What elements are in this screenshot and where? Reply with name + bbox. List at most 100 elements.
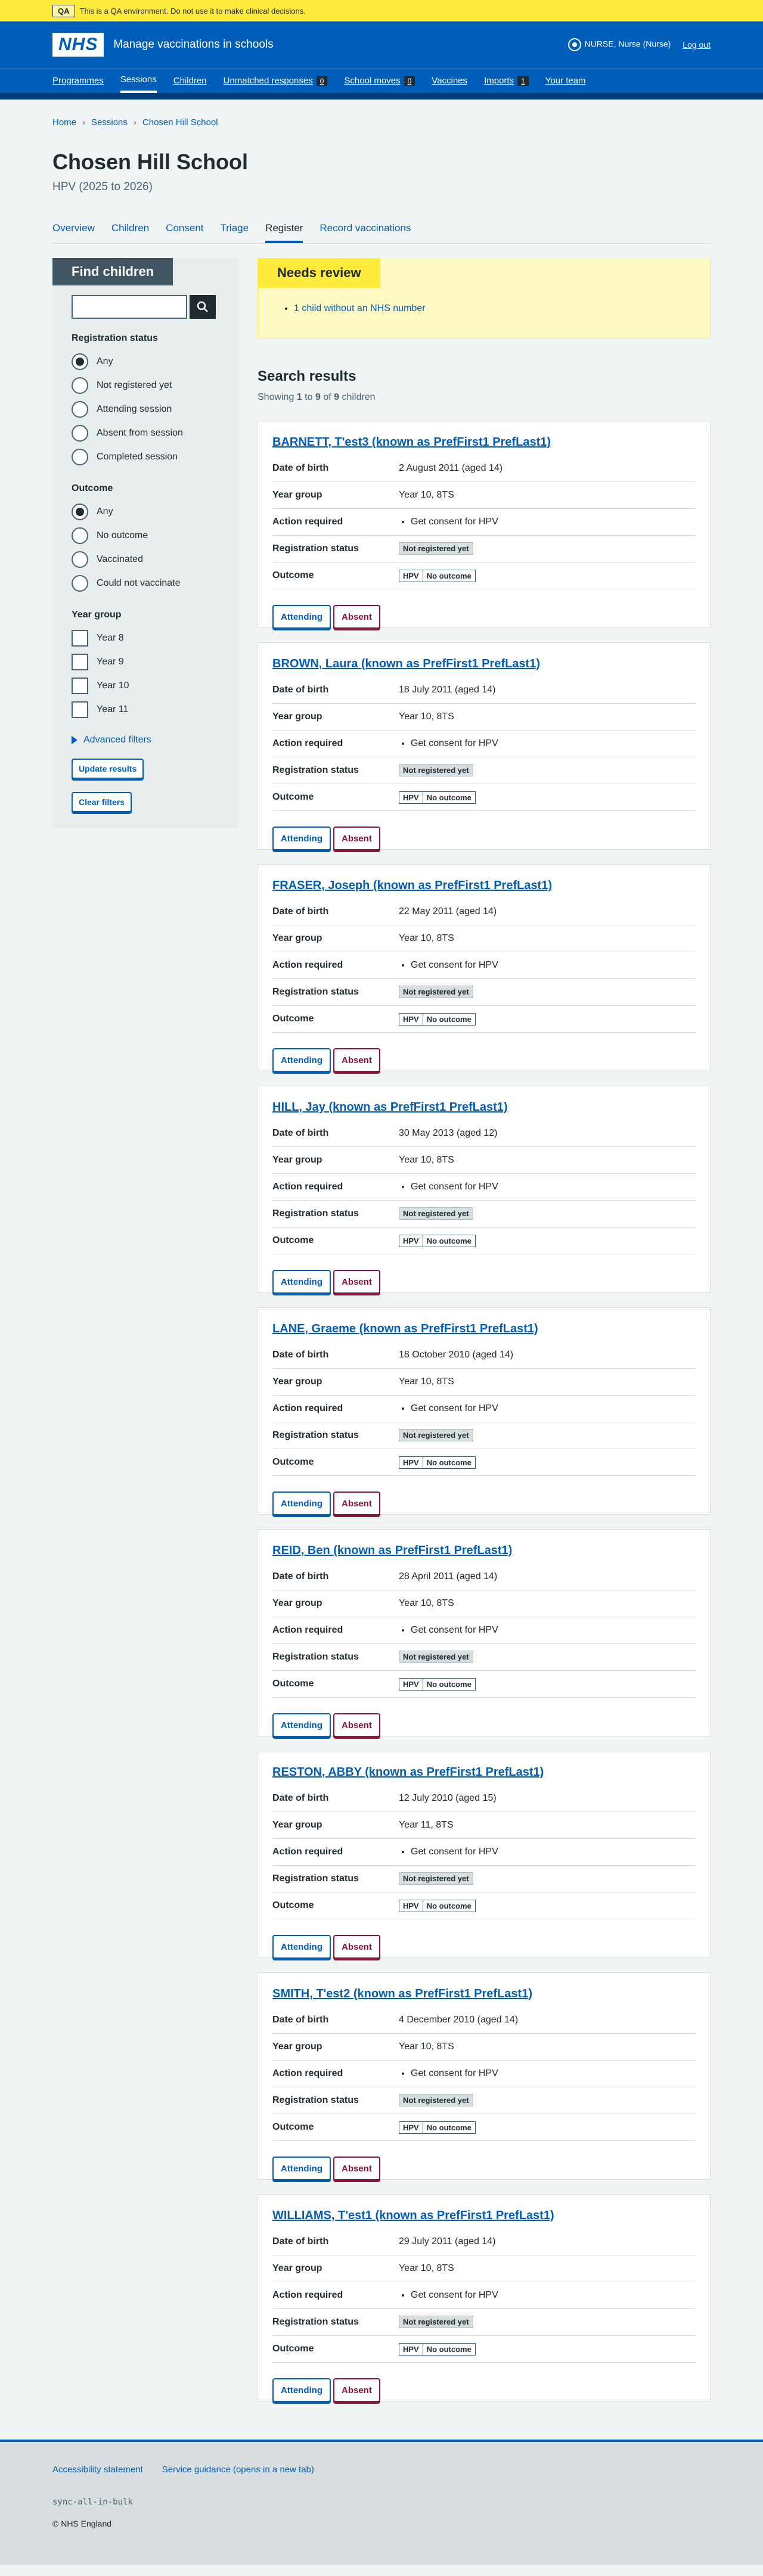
checkbox[interactable] [72,654,88,670]
radio-button[interactable] [72,425,88,442]
outcome-option-could-not-vaccinate[interactable]: Could not vaccinate [72,571,219,595]
action-value: Get consent for HPV [411,2068,696,2079]
nav-item-label: Your team [545,76,586,86]
radio-button[interactable] [72,449,88,465]
footer-accessibility-link[interactable]: Accessibility statement [52,2465,143,2475]
child-name-link[interactable]: SMITH, T'est2 (known as PrefFirst1 PrefL… [272,1987,532,2000]
absent-button[interactable]: Absent [333,605,380,629]
attending-button[interactable]: Attending [272,1048,331,1072]
radio-button[interactable] [72,527,88,544]
outcome-legend: Outcome [72,483,113,493]
update-results-button[interactable]: Update results [72,759,144,779]
triangle-right-icon [72,736,77,744]
footer-guidance-link[interactable]: Service guidance (opens in a new tab) [162,2465,314,2475]
search-input[interactable] [72,295,187,319]
child-name-link[interactable]: BARNETT, T'est3 (known as PrefFirst1 Pre… [272,436,551,449]
year-group-option-label: Year 8 [97,633,124,643]
outcome-option-vaccinated[interactable]: Vaccinated [72,548,219,571]
needs-review-link[interactable]: 1 child without an NHS number [294,303,426,313]
breadcrumb-sessions[interactable]: Sessions [91,117,128,128]
registration-option-absent-from-session[interactable]: Absent from session [72,421,219,445]
outcome-row: Outcome HPV No outcome [272,1893,696,1919]
clear-filters-button[interactable]: Clear filters [72,792,132,812]
breadcrumb-home[interactable]: Home [52,117,76,128]
nav-item-label: School moves [344,76,401,86]
outcome-options: Any No outcome Vaccinated Could not vaccina… [72,500,219,595]
child-name-link[interactable]: RESTON, ABBY (known as PrefFirst1 PrefLa… [272,1766,544,1779]
nav-item-programmes[interactable]: Programmes [52,69,104,93]
attending-button[interactable]: Attending [272,1270,331,1294]
radio-button[interactable] [72,551,88,568]
outcome-option-no-outcome[interactable]: No outcome [72,524,219,548]
radio-button[interactable] [72,353,88,370]
child-name-link[interactable]: BROWN, Laura (known as PrefFirst1 PrefLa… [272,657,540,670]
nav-item-school-moves[interactable]: School moves 0 [344,69,415,93]
attending-button[interactable]: Attending [272,2378,331,2402]
nav-item-children[interactable]: Children [173,69,207,93]
checkbox[interactable] [72,630,88,647]
absent-button[interactable]: Absent [333,1935,380,1959]
absent-button[interactable]: Absent [333,2378,380,2402]
attending-button[interactable]: Attending [272,1491,331,1515]
year-group-option-label: Year 9 [97,657,124,667]
tab-triage[interactable]: Triage [221,220,249,243]
registration-option-not-registered-yet[interactable]: Not registered yet [72,374,219,397]
attending-button[interactable]: Attending [272,2156,331,2180]
registration-row: Registration status Not registered yet [272,2087,696,2114]
tab-register[interactable]: Register [265,220,303,243]
checkbox[interactable] [72,701,88,718]
child-name-link[interactable]: FRASER, Joseph (known as PrefFirst1 Pref… [272,879,552,892]
nav-item-your-team[interactable]: Your team [545,69,586,93]
absent-button[interactable]: Absent [333,1048,380,1072]
checkbox[interactable] [72,678,88,694]
absent-button[interactable]: Absent [333,2156,380,2180]
action-row: Action required Get consent for HPV [272,1839,696,1866]
attending-button[interactable]: Attending [272,1935,331,1959]
year-group-option-year-9[interactable]: Year 9 [72,650,219,674]
absent-button[interactable]: Absent [333,1713,380,1737]
logout-link[interactable]: Log out [683,40,711,49]
registration-option-label: Attending session [97,404,172,414]
tab-overview[interactable]: Overview [52,220,95,243]
registration-option-attending-session[interactable]: Attending session [72,397,219,421]
attending-button[interactable]: Attending [272,605,331,629]
registration-option-label: Not registered yet [97,380,172,390]
nav-item-vaccines[interactable]: Vaccines [432,69,467,93]
advanced-filters-toggle[interactable]: Advanced filters [72,735,219,745]
radio-button[interactable] [72,504,88,520]
nav-item-sessions[interactable]: Sessions [120,69,157,93]
nav-item-imports[interactable]: Imports 1 [484,69,529,93]
advanced-filters-link[interactable]: Advanced filters [83,735,151,745]
programme-tag: HPV [399,1456,423,1468]
year-group-option-year-11[interactable]: Year 11 [72,698,219,722]
child-name-link[interactable]: WILLIAMS, T'est1 (known as PrefFirst1 Pr… [272,2209,554,2222]
service-name[interactable]: Manage vaccinations in schools [113,38,273,51]
nav-item-unmatched-responses[interactable]: Unmatched responses 0 [224,69,328,93]
child-name-link[interactable]: LANE, Graeme (known as PrefFirst1 PrefLa… [272,1322,538,1335]
absent-button[interactable]: Absent [333,1491,380,1515]
breadcrumb-school[interactable]: Chosen Hill School [142,117,218,128]
year-group-option-year-8[interactable]: Year 8 [72,626,219,650]
nav-item-label: Sessions [120,74,157,85]
tab-children[interactable]: Children [111,220,149,243]
radio-button[interactable] [72,377,88,394]
attending-button[interactable]: Attending [272,826,331,850]
absent-button[interactable]: Absent [333,1270,380,1294]
registration-option-any[interactable]: Any [72,350,219,374]
year-group-option-year-10[interactable]: Year 10 [72,674,219,698]
registration-option-completed-session[interactable]: Completed session [72,445,219,469]
child-name-link[interactable]: REID, Ben (known as PrefFirst1 PrefLast1… [272,1544,512,1557]
nhs-logo[interactable]: NHS [52,33,104,57]
registration-status-badge: Not registered yet [399,1429,473,1441]
tab-consent[interactable]: Consent [166,220,203,243]
absent-button[interactable]: Absent [333,826,380,850]
tab-record-vaccinations[interactable]: Record vaccinations [320,220,411,243]
outcome-option-any[interactable]: Any [72,500,219,524]
radio-button[interactable] [72,401,88,418]
child-name-link[interactable]: HILL, Jay (known as PrefFirst1 PrefLast1… [272,1101,508,1114]
search-button[interactable] [190,295,216,319]
radio-button[interactable] [72,575,88,592]
child-card: LANE, Graeme (known as PrefFirst1 PrefLa… [258,1307,711,1515]
dob-value: 18 October 2010 (aged 14) [399,1350,514,1360]
attending-button[interactable]: Attending [272,1713,331,1737]
